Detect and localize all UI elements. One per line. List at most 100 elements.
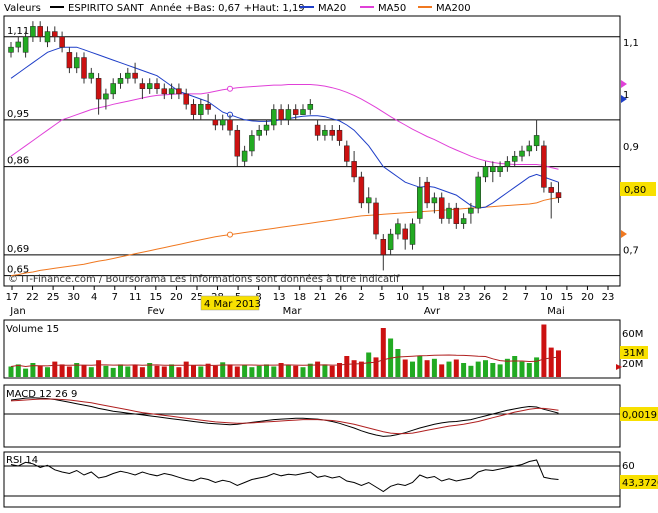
- candle-body: [198, 104, 204, 115]
- price-tick-label: 1,1: [623, 38, 639, 49]
- candle-body: [285, 109, 292, 121]
- volume-bar: [300, 367, 306, 377]
- volume-bar: [285, 365, 291, 377]
- volume-bar: [256, 365, 262, 377]
- volume-bar: [490, 363, 496, 377]
- candle-body: [256, 129, 262, 136]
- candle-body: [460, 218, 467, 224]
- volume-bar: [315, 361, 321, 377]
- rsi-current-value: 43,3720: [622, 478, 658, 489]
- macd-current-value: 0,0019: [622, 410, 657, 421]
- candle-body: [482, 166, 489, 178]
- candle-body: [234, 129, 241, 157]
- x-day-label: 5: [379, 292, 385, 303]
- candle-body: [365, 197, 372, 204]
- x-day-label: 10: [396, 292, 409, 303]
- x-day-label: 23: [458, 292, 471, 303]
- candle-body: [358, 176, 365, 204]
- candle-body: [271, 109, 277, 126]
- x-month-label: Mai: [547, 306, 565, 317]
- candle-body: [292, 109, 299, 115]
- volume-bar: [118, 364, 123, 377]
- candle-body: [417, 187, 423, 219]
- x-day-label: 17: [6, 292, 19, 303]
- volume-bar: [264, 364, 269, 377]
- candle-body: [139, 83, 146, 89]
- candle-body: [475, 176, 481, 209]
- candle-body: [395, 223, 401, 235]
- candle-body: [241, 150, 248, 162]
- volume-tick-60m: 60M: [622, 329, 643, 340]
- volume-bar: [88, 367, 94, 377]
- candle-body: [351, 161, 357, 178]
- candle-body: [66, 52, 73, 69]
- volume-bar: [395, 349, 401, 377]
- x-day-label: 13: [273, 292, 286, 303]
- price-level-label: 0,69: [7, 244, 29, 255]
- candle-body: [300, 109, 306, 115]
- candle-body: [44, 31, 51, 43]
- volume-bar: [483, 360, 488, 377]
- volume-bar: [329, 365, 335, 377]
- volume-bar: [52, 361, 58, 377]
- volume-bar: [23, 368, 29, 377]
- volume-bar: [461, 363, 467, 377]
- candle-body: [37, 26, 43, 38]
- volume-bar: [125, 366, 131, 377]
- legend-ma50: MA50: [378, 3, 406, 14]
- candle-body: [380, 239, 387, 256]
- candle-body: [526, 145, 533, 152]
- x-day-label: 15: [149, 292, 162, 303]
- x-day-label: 22: [26, 292, 39, 303]
- candle-body: [125, 72, 131, 79]
- volume-title: Volume 15: [6, 324, 59, 335]
- volume-bar: [183, 361, 189, 377]
- candle-body: [307, 104, 314, 110]
- candle-body: [424, 181, 430, 204]
- candle-body: [511, 155, 518, 162]
- x-day-label: 18: [293, 292, 306, 303]
- volume-bar: [446, 361, 452, 377]
- volume-bar: [176, 367, 182, 377]
- x-day-label: 26: [478, 292, 491, 303]
- candle-body: [59, 36, 65, 48]
- volume-bar: [417, 356, 423, 377]
- highlight-date: 4 Mar 2013: [204, 299, 261, 310]
- header-symbol: ESPIRITO SANT: [68, 3, 145, 14]
- candle-body: [322, 129, 328, 136]
- candle-body: [205, 104, 211, 110]
- candle-body: [227, 119, 233, 131]
- candle-body: [176, 88, 182, 95]
- candle-body: [402, 228, 408, 240]
- price-level-label: 0,95: [7, 109, 29, 120]
- volume-bar: [293, 365, 299, 377]
- volume-bar: [66, 366, 72, 377]
- candle-body: [533, 135, 540, 147]
- candle-body: [344, 145, 350, 162]
- ma-marker: [227, 85, 233, 92]
- candle-body: [22, 36, 29, 53]
- volume-bar: [8, 366, 14, 377]
- volume-bar: [410, 361, 415, 377]
- candle-body: [490, 166, 496, 173]
- volume-bar: [110, 367, 116, 377]
- x-day-label: 23: [602, 292, 615, 303]
- candle-body: [30, 26, 36, 38]
- candle-body: [548, 187, 554, 193]
- volume-bar: [366, 352, 372, 377]
- volume-bar: [132, 365, 138, 377]
- volume-bar: [169, 364, 175, 377]
- price-tick-label: 0,9: [623, 142, 639, 153]
- volume-bar: [512, 356, 518, 377]
- volume-bar: [307, 363, 313, 377]
- volume-tick-20m: 20M: [622, 359, 643, 370]
- candle-body: [409, 223, 416, 245]
- header-range: Année +Bas: 0,67 +Haut: 1,19: [150, 2, 305, 14]
- candle-body: [249, 135, 255, 152]
- candle-body: [168, 88, 175, 95]
- ma-marker: [227, 231, 233, 238]
- volume-bar: [161, 366, 167, 377]
- volume-bar: [154, 365, 160, 377]
- candle-body: [278, 109, 284, 121]
- candle-body: [81, 57, 87, 79]
